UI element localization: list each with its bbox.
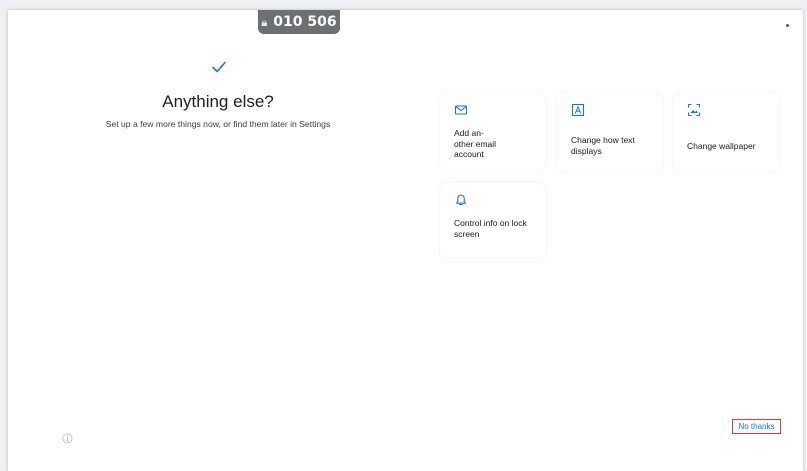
option-lock-screen-info[interactable]: Control info on lock screen	[440, 182, 546, 262]
option-change-text-display[interactable]: Change how text displays	[557, 92, 663, 172]
checkmark-icon	[212, 61, 226, 73]
option-label: Change wallpaper	[687, 141, 756, 151]
code-badge: 🔒︎ 010 506	[258, 10, 340, 34]
text-display-icon	[571, 103, 585, 117]
page-subtitle: Set up a few more things now, or find th…	[105, 119, 331, 129]
wallpaper-icon	[687, 103, 701, 117]
bell-icon	[456, 194, 466, 206]
option-change-wallpaper[interactable]: Change wallpaper	[673, 92, 779, 172]
option-label: Add an- other email account	[454, 128, 497, 159]
option-label: Change how text displays	[571, 135, 635, 156]
option-add-email-account[interactable]: Add an- other email account	[440, 92, 546, 172]
setup-screen: 🔒︎ 010 506 Anything else? Set up a few m…	[8, 10, 803, 471]
no-thanks-button[interactable]: No thanks	[732, 419, 781, 434]
code-badge-text: 010 506	[273, 14, 337, 30]
mail-icon	[454, 105, 468, 115]
lock-icon: 🔒︎	[261, 16, 268, 29]
info-icon[interactable]	[62, 433, 73, 444]
page-title: Anything else?	[162, 92, 274, 111]
option-label: Control info on lock screen	[454, 218, 527, 239]
overflow-dot-icon	[786, 24, 789, 27]
